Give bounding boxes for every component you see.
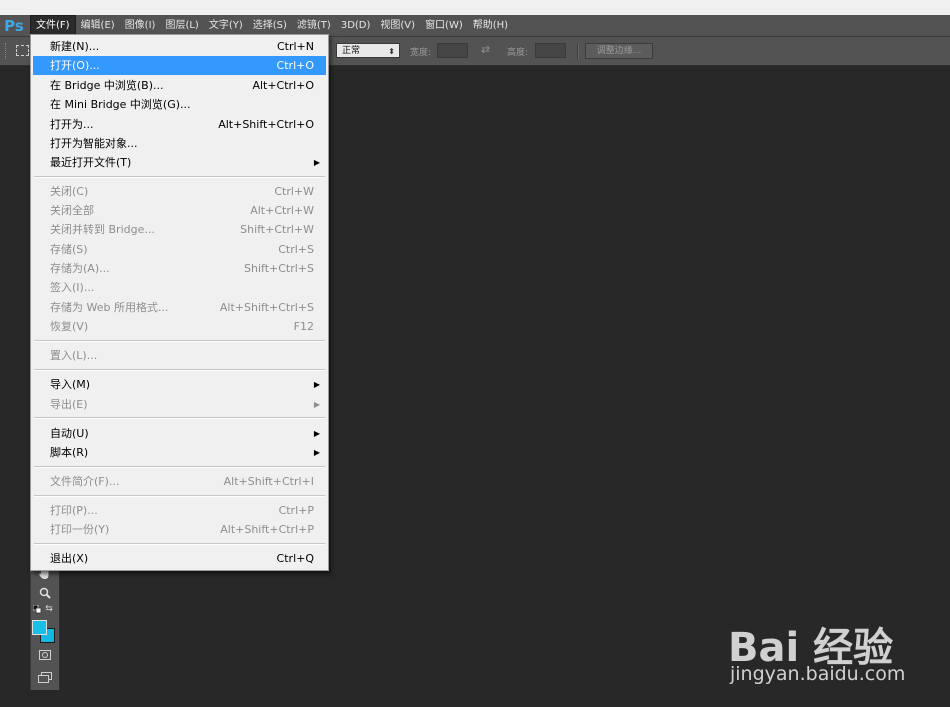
menu-item-automate[interactable]: 自动(U) ▶ [33,424,326,443]
menu-separator [34,176,325,178]
watermark-url: jingyan.baidu.com [730,663,906,685]
menu-item-close[interactable]: 关闭(C) Ctrl+W [33,182,326,201]
menu-select[interactable]: 选择(S) [248,16,292,35]
height-input[interactable] [535,43,566,58]
quick-mask-icon[interactable] [35,646,55,664]
menu-window[interactable]: 窗口(W) [420,16,468,35]
submenu-arrow-icon: ▶ [313,429,320,438]
menu-item-close-go-bridge[interactable]: 关闭并转到 Bridge... Shift+Ctrl+W [33,220,326,239]
foreground-color-swatch[interactable] [32,620,47,635]
menu-item-print-one-copy[interactable]: 打印一份(Y) Alt+Shift+Ctrl+P [33,520,326,539]
submenu-arrow-icon: ▶ [313,400,320,409]
watermark-brand: Bai 经验 [728,625,894,671]
menu-separator [34,369,325,371]
menu-item-browse-bridge[interactable]: 在 Bridge 中浏览(B)... Alt+Ctrl+O [33,76,326,95]
menu-edit[interactable]: 编辑(E) [76,16,120,35]
menu-item-open-smart-object[interactable]: 打开为智能对象... [33,134,326,153]
submenu-arrow-icon: ▶ [313,448,320,457]
chevron-updown-icon: ⬍ [388,47,395,56]
menu-separator [34,495,325,497]
menu-item-browse-mini-bridge[interactable]: 在 Mini Bridge 中浏览(G)... [33,95,326,114]
menu-separator [34,543,325,545]
menu-3d[interactable]: 3D(D) [336,16,376,35]
menu-item-export[interactable]: 导出(E) ▶ [33,395,326,414]
menu-separator [34,466,325,468]
refine-edge-button[interactable]: 调整边缘... [585,43,653,59]
style-select-value: 正常 [342,46,361,56]
options-grip-handle[interactable] [5,43,8,59]
baidu-jingyan-watermark: Bai 经验 jingyan.baidu.com [728,605,938,695]
menu-layer[interactable]: 图层(L) [160,16,203,35]
ps-logo-icon: Ps [4,16,24,35]
menu-filter[interactable]: 滤镜(T) [292,16,336,35]
menu-type[interactable]: 文字(Y) [204,16,248,35]
menu-item-open[interactable]: 打开(O)... Ctrl+O [33,56,326,75]
menu-item-open-as[interactable]: 打开为... Alt+Shift+Ctrl+O [33,115,326,134]
menu-view[interactable]: 视图(V) [375,16,420,35]
menu-item-exit[interactable]: 退出(X) Ctrl+Q [33,549,326,568]
menu-item-place[interactable]: 置入(L)... [33,346,326,365]
style-select[interactable]: 正常 ⬍ [336,43,400,58]
menu-item-save-as[interactable]: 存储为(A)... Shift+Ctrl+S [33,259,326,278]
rect-marquee-icon[interactable] [16,45,29,56]
menu-item-scripts[interactable]: 脚本(R) ▶ [33,443,326,462]
menu-item-print[interactable]: 打印(P)... Ctrl+P [33,501,326,520]
submenu-arrow-icon: ▶ [313,158,320,167]
width-label: 宽度: [410,48,432,58]
menu-item-revert[interactable]: 恢复(V) F12 [33,317,326,336]
default-colors-icon[interactable] [31,600,43,618]
window-top-strip [0,0,950,15]
menu-item-file-info[interactable]: 文件简介(F)... Alt+Shift+Ctrl+I [33,472,326,491]
swap-colors-icon[interactable]: ⇆ [43,600,55,618]
menu-separator [34,417,325,419]
options-separator [577,43,579,59]
file-menu-dropdown: 新建(N)... Ctrl+N 打开(O)... Ctrl+O 在 Bridge… [30,34,329,571]
menu-image[interactable]: 图像(I) [120,16,161,35]
menu-item-save-for-web[interactable]: 存储为 Web 所用格式... Alt+Shift+Ctrl+S [33,298,326,317]
menu-file[interactable]: 文件(F) [30,15,76,36]
submenu-arrow-icon: ▶ [313,380,320,389]
menu-item-save[interactable]: 存储(S) Ctrl+S [33,240,326,259]
menu-item-close-all[interactable]: 关闭全部 Alt+Ctrl+W [33,201,326,220]
screen-mode-icon[interactable] [35,668,55,686]
swap-arrows-icon[interactable]: ⇄ [481,43,490,56]
menu-item-recent-files[interactable]: 最近打开文件(T) ▶ [33,153,326,172]
menu-item-import[interactable]: 导入(M) ▶ [33,375,326,394]
menu-separator [34,340,325,342]
menu-item-check-in[interactable]: 签入(I)... [33,278,326,297]
height-label: 高度: [507,48,529,58]
menu-help[interactable]: 帮助(H) [468,16,513,35]
menu-item-new[interactable]: 新建(N)... Ctrl+N [33,37,326,56]
width-input[interactable] [437,43,468,58]
